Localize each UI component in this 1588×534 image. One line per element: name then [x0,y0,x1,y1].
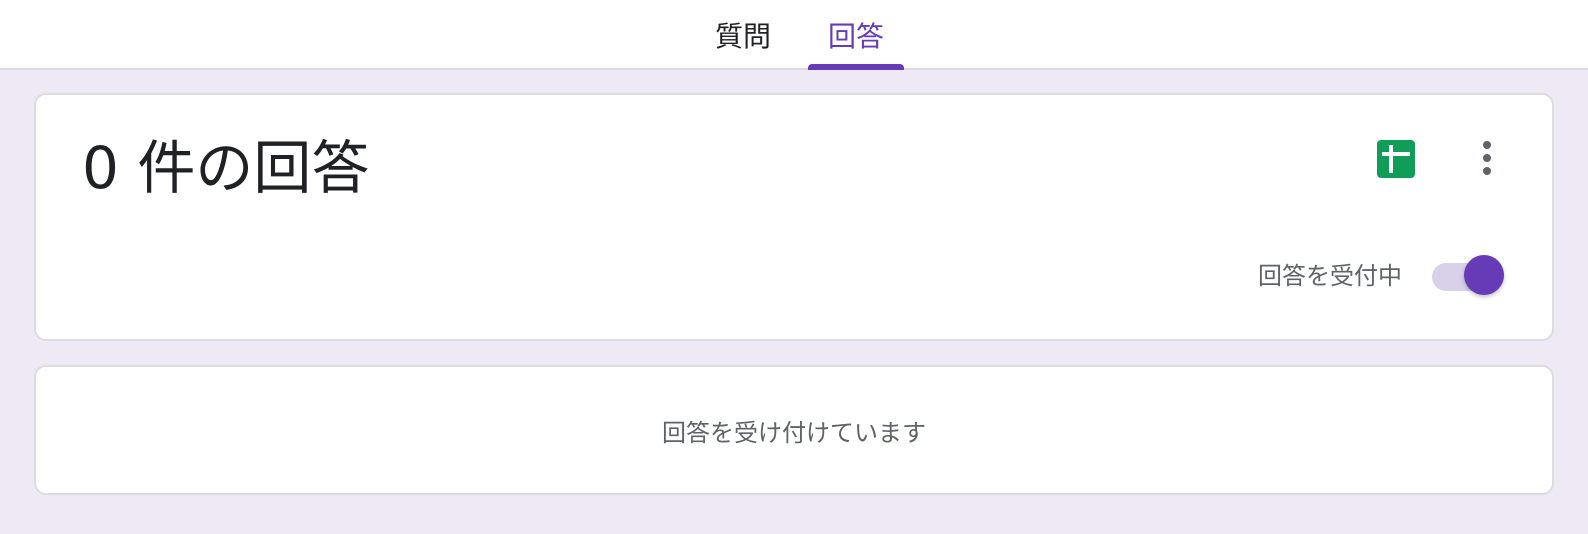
accepting-responses-toggle[interactable] [1430,255,1506,299]
more-vert-icon[interactable] [1472,135,1502,185]
accepting-status-card: 回答を受け付けています [34,365,1554,495]
google-sheets-icon[interactable] [1377,140,1415,178]
tab-questions[interactable]: 質問 [706,0,780,70]
responses-summary-card: 0 件の回答 回答を受付中 [34,93,1554,341]
active-tab-indicator [808,64,904,70]
accepting-status-message: 回答を受け付けています [662,418,926,447]
accepting-responses-label: 回答を受付中 [1258,262,1402,290]
response-count-title: 0 件の回答 [82,134,370,202]
top-tab-bar: 質問 回答 [0,0,1588,70]
toggle-thumb [1464,255,1504,295]
tab-responses[interactable]: 回答 [808,0,904,70]
